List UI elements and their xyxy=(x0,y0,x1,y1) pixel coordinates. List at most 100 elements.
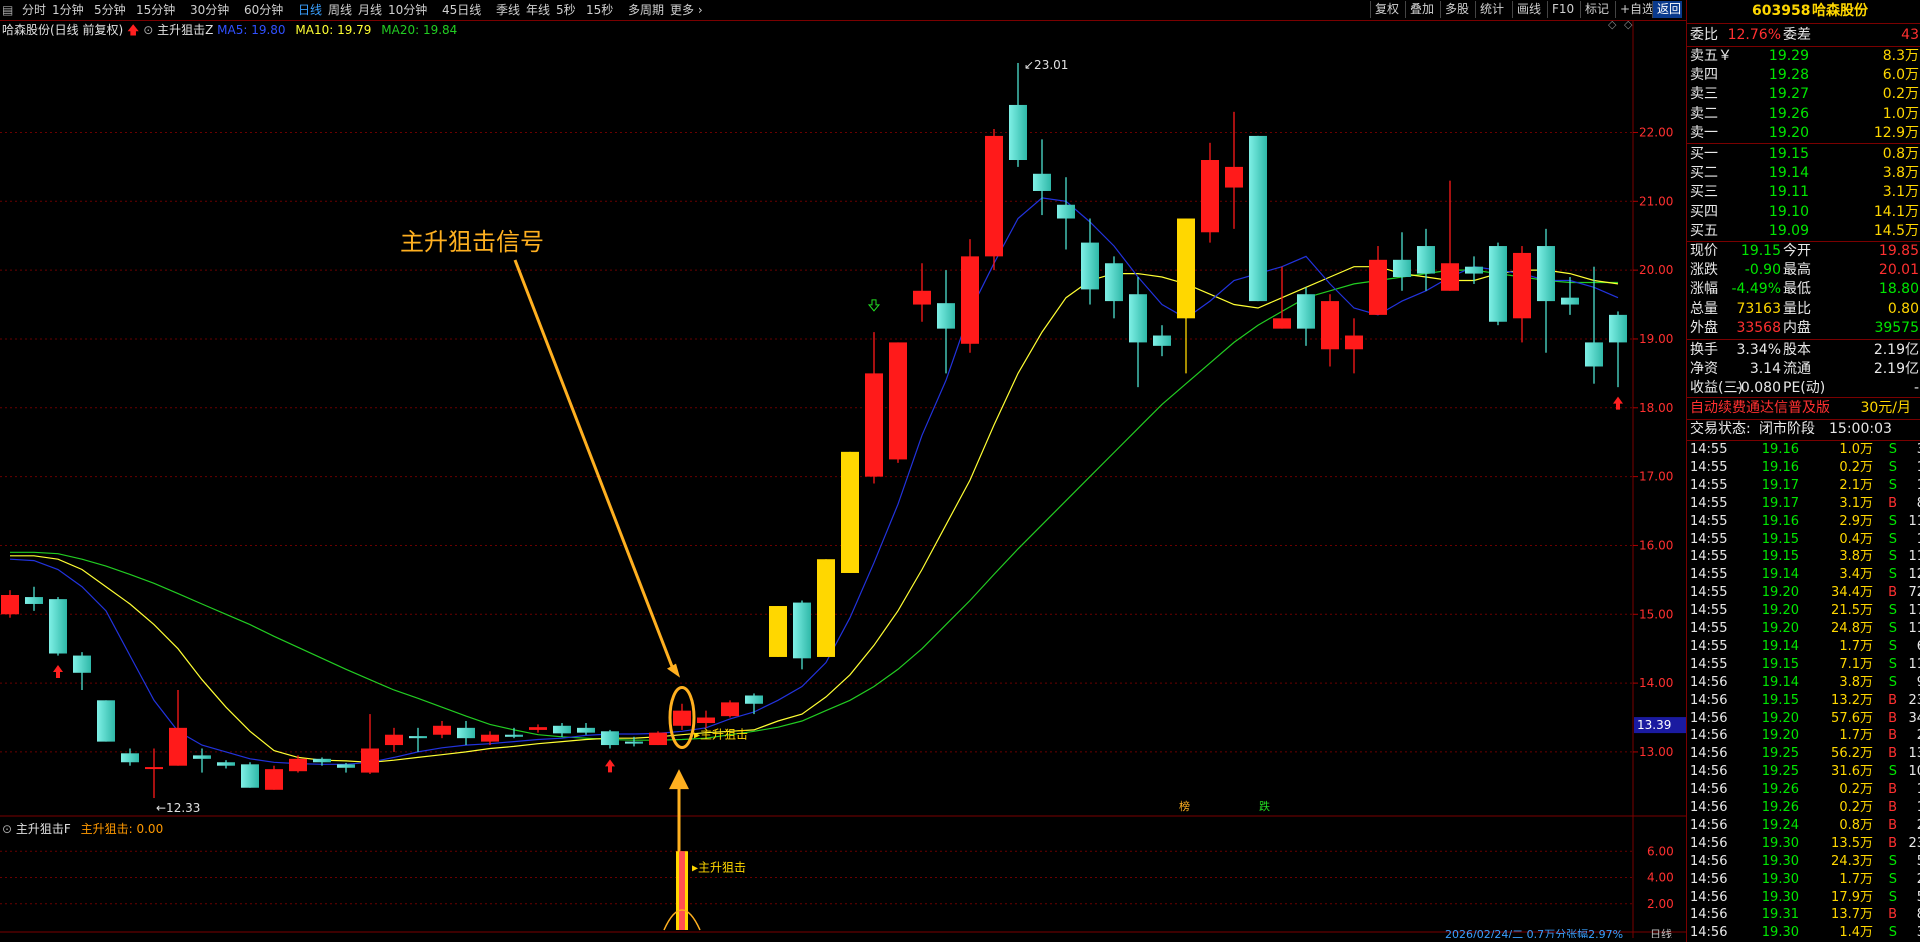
candle[interactable] xyxy=(409,727,427,752)
ask-row[interactable]: 卖二 19.26 1.0万 xyxy=(1687,105,1920,124)
candle[interactable] xyxy=(1177,218,1195,374)
candle[interactable] xyxy=(25,586,43,611)
tick-row[interactable]: 14:5519.141.7万S6 xyxy=(1687,638,1920,656)
period-3[interactable]: 15分钟 xyxy=(136,2,175,18)
candle[interactable] xyxy=(1009,62,1027,167)
kline-chart[interactable]: 哈森股份(日线 前复权) 🡅 ⊙ 主升狙击Z MA5: 19.80 MA10: … xyxy=(0,20,1686,938)
candle[interactable] xyxy=(889,342,907,463)
candle[interactable] xyxy=(1,590,19,618)
tick-row[interactable]: 14:55 19.15 3.8万 S 11 xyxy=(1687,548,1920,566)
candle[interactable] xyxy=(1225,111,1243,229)
toolbar-btn-3[interactable]: 统计 xyxy=(1475,1,1512,18)
candle[interactable] xyxy=(553,723,571,737)
candle[interactable] xyxy=(769,606,787,657)
candle[interactable] xyxy=(73,652,91,690)
period-5[interactable]: 60分钟 xyxy=(244,2,283,18)
candle[interactable] xyxy=(385,727,403,752)
candle[interactable] xyxy=(1369,246,1387,315)
candle[interactable] xyxy=(145,748,163,799)
tick-row[interactable]: 14:55 19.20 34.4万 B 72 xyxy=(1687,584,1920,602)
ask-row[interactable]: 卖三 19.27 0.2万 xyxy=(1687,85,1920,104)
tick-row[interactable]: 14:5619.201.7万B2 xyxy=(1687,727,1920,745)
candle[interactable] xyxy=(1489,242,1507,326)
period-8[interactable]: 月线 xyxy=(358,2,382,18)
ask-row[interactable]: 卖一 19.20 12.9万 xyxy=(1687,124,1920,143)
tick-row[interactable]: 14:5619.260.2万B1 xyxy=(1687,781,1920,799)
candle[interactable] xyxy=(985,129,1003,271)
diamond-icon[interactable]: ◇ xyxy=(1608,20,1617,31)
candle[interactable] xyxy=(1297,287,1315,346)
period-0[interactable]: 分时 xyxy=(22,2,46,18)
candle[interactable] xyxy=(121,748,139,766)
candle[interactable] xyxy=(1441,180,1459,291)
candle[interactable] xyxy=(529,724,547,733)
candle[interactable] xyxy=(1153,325,1171,357)
bid-row[interactable]: 买一 19.15 0.8万 xyxy=(1687,145,1920,164)
candle[interactable] xyxy=(337,762,355,773)
candle[interactable] xyxy=(217,760,235,769)
tick-row[interactable]: 14:56 19.25 31.6万 S 10 xyxy=(1687,763,1920,781)
candle[interactable] xyxy=(265,765,283,790)
period-15[interactable]: 多周期 xyxy=(628,2,664,18)
bid-row[interactable]: 买四 19.10 14.1万 xyxy=(1687,203,1920,222)
period-16[interactable]: 更多 › xyxy=(670,2,703,18)
tick-row[interactable]: 14:55 19.14 3.4万 S 12 xyxy=(1687,566,1920,584)
event-marker[interactable]: 跌 xyxy=(1259,799,1270,813)
period-9[interactable]: 10分钟 xyxy=(388,2,427,18)
period-13[interactable]: 5秒 xyxy=(556,2,576,18)
candle[interactable] xyxy=(601,729,619,749)
candle[interactable] xyxy=(913,263,931,322)
period-1[interactable]: 1分钟 xyxy=(52,2,84,18)
candle[interactable] xyxy=(673,703,691,730)
candle[interactable] xyxy=(433,720,451,739)
candle[interactable] xyxy=(241,762,259,788)
candle[interactable] xyxy=(1393,232,1411,291)
candle[interactable] xyxy=(745,693,763,715)
toolbar-btn-1[interactable]: 叠加 xyxy=(1405,1,1440,18)
candle[interactable] xyxy=(1273,266,1291,329)
bid-row[interactable]: 买三 19.11 3.1万 xyxy=(1687,183,1920,202)
tick-row[interactable]: 14:5519.161.0万S3 xyxy=(1687,441,1920,459)
tick-row[interactable]: 14:56 19.25 56.2万 B 13 xyxy=(1687,745,1920,763)
candle[interactable] xyxy=(361,714,379,774)
toolbar-btn-5[interactable]: F10 xyxy=(1547,1,1580,18)
ad-price[interactable]: 30元/月 xyxy=(1860,399,1911,418)
tick-row[interactable]: 14:5619.3113.7万B8 xyxy=(1687,906,1920,924)
bid-row[interactable]: 买二 19.14 3.8万 xyxy=(1687,164,1920,183)
period-6[interactable]: 日线 xyxy=(298,2,322,18)
toolbar-btn-4[interactable]: 画线 xyxy=(1512,1,1547,18)
candle[interactable] xyxy=(793,600,811,670)
candle[interactable] xyxy=(1417,228,1435,291)
candle[interactable] xyxy=(649,731,667,746)
period-7[interactable]: 周线 xyxy=(328,2,352,18)
bid-row[interactable]: 买五 19.09 14.5万 xyxy=(1687,222,1920,241)
candle[interactable] xyxy=(1057,177,1075,250)
tick-row[interactable]: 14:55 19.20 24.8万 S 11 xyxy=(1687,620,1920,638)
tick-row[interactable]: 14:55 19.20 21.5万 S 17 xyxy=(1687,602,1920,620)
tick-row[interactable]: 14:5519.173.1万B8 xyxy=(1687,495,1920,513)
candle[interactable] xyxy=(841,451,859,573)
ask-row[interactable]: 卖四 19.28 6.0万 xyxy=(1687,66,1920,85)
tick-row[interactable]: 14:5619.301.7万S2 xyxy=(1687,871,1920,889)
period-14[interactable]: 15秒 xyxy=(586,2,613,18)
candle[interactable] xyxy=(721,700,739,718)
tick-row[interactable]: 14:55 19.15 7.1万 S 11 xyxy=(1687,656,1920,674)
tick-row[interactable]: 14:5519.150.4万S1 xyxy=(1687,531,1920,549)
ask-row[interactable]: 卖五￥ 19.29 8.3万 xyxy=(1687,47,1920,66)
candle[interactable] xyxy=(1081,218,1099,305)
candle[interactable] xyxy=(577,723,595,735)
candle[interactable] xyxy=(1201,142,1219,243)
candle[interactable] xyxy=(457,720,475,746)
tick-row[interactable]: 14:5619.301.4万S3 xyxy=(1687,924,1920,942)
candle[interactable] xyxy=(49,597,67,656)
ad-row[interactable]: 自动续费通达信普及版 30元/月 xyxy=(1687,399,1920,418)
tick-row[interactable]: 14:55 19.16 2.9万 S 11 xyxy=(1687,513,1920,531)
tick-row[interactable]: 14:5619.240.8万B2 xyxy=(1687,817,1920,835)
tick-row[interactable]: 14:5619.3024.3万S5 xyxy=(1687,853,1920,871)
candle[interactable] xyxy=(505,727,523,739)
tick-row[interactable]: 14:56 19.20 57.6万 B 34 xyxy=(1687,710,1920,728)
candle[interactable] xyxy=(1537,228,1555,353)
menu-icon[interactable]: ▤ xyxy=(2,2,13,18)
candle[interactable] xyxy=(1345,318,1363,374)
toolbar-btn-6[interactable]: 标记 xyxy=(1580,1,1615,18)
